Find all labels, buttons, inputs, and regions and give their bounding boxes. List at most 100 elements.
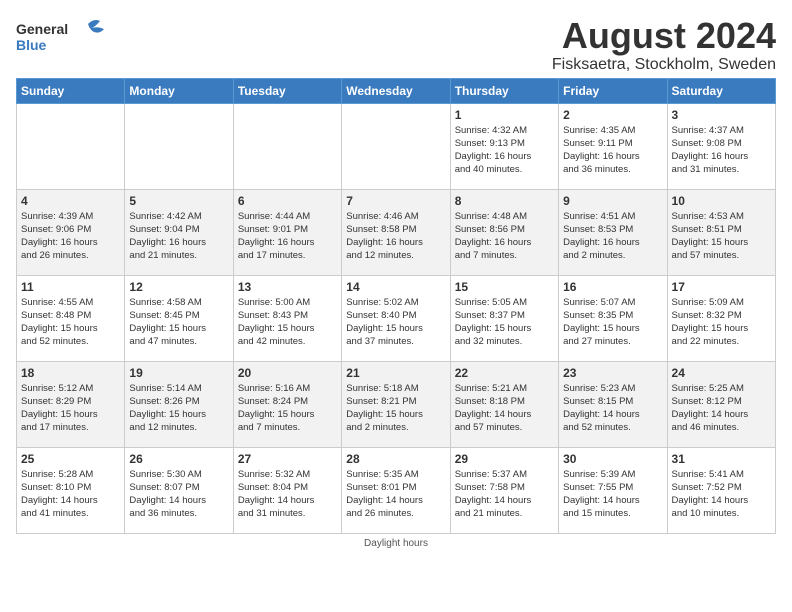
calendar-cell <box>233 103 341 189</box>
day-info: Sunrise: 5:41 AM Sunset: 7:52 PM Dayligh… <box>672 468 771 521</box>
weekday-header-row: SundayMondayTuesdayWednesdayThursdayFrid… <box>17 78 776 103</box>
calendar-cell: 20 Sunrise: 5:16 AM Sunset: 8:24 PM Dayli… <box>233 361 341 447</box>
day-info: Sunrise: 4:32 AM Sunset: 9:13 PM Dayligh… <box>455 124 554 177</box>
calendar-cell: 19Sunrise: 5:14 AM Sunset: 8:26 PM Dayli… <box>125 361 233 447</box>
day-info: Sunrise: 5:37 AM Sunset: 7:58 PM Dayligh… <box>455 468 554 521</box>
day-info: Sunrise: 5:18 AM Sunset: 8:21 PM Dayligh… <box>346 382 445 435</box>
calendar-cell: 13Sunrise: 5:00 AM Sunset: 8:43 PM Dayli… <box>233 275 341 361</box>
calendar-cell: 10 Sunrise: 4:53 AM Sunset: 8:51 PM Dayli… <box>667 189 775 275</box>
day-number: 15 <box>455 280 554 294</box>
day-number: 5 <box>129 194 228 208</box>
calendar-cell: 9 Sunrise: 4:51 AM Sunset: 8:53 PM Daylig… <box>559 189 667 275</box>
calendar-cell: 8 Sunrise: 4:48 AM Sunset: 8:56 PM Daylig… <box>450 189 558 275</box>
day-info: Sunrise: 4:37 AM Sunset: 9:08 PM Dayligh… <box>672 124 771 177</box>
calendar-week-row: 11 Sunrise: 4:55 AM Sunset: 8:48 PM Dayli… <box>17 275 776 361</box>
calendar-cell: 23 Sunrise: 5:23 AM Sunset: 8:15 PM Dayli… <box>559 361 667 447</box>
calendar-cell: 1 Sunrise: 4:32 AM Sunset: 9:13 PM Daylig… <box>450 103 558 189</box>
day-info: Sunrise: 5:16 AM Sunset: 8:24 PM Dayligh… <box>238 382 337 435</box>
calendar-week-row: 4 Sunrise: 4:39 AM Sunset: 9:06 PM Daylig… <box>17 189 776 275</box>
logo: General Blue <box>16 16 106 63</box>
weekday-header: Saturday <box>667 78 775 103</box>
day-info: Sunrise: 5:14 AM Sunset: 8:26 PM Dayligh… <box>129 382 228 435</box>
day-number: 8 <box>455 194 554 208</box>
day-number: 1 <box>455 108 554 122</box>
calendar-cell <box>125 103 233 189</box>
day-info: Sunrise: 4:42 AM Sunset: 9:04 PM Dayligh… <box>129 210 228 263</box>
calendar-cell: 27 Sunrise: 5:32 AM Sunset: 8:04 PM Dayli… <box>233 447 341 533</box>
day-number: 17 <box>672 280 771 294</box>
calendar-cell: 4 Sunrise: 4:39 AM Sunset: 9:06 PM Daylig… <box>17 189 125 275</box>
day-number: 3 <box>672 108 771 122</box>
svg-text:Blue: Blue <box>16 37 47 53</box>
day-number: 30 <box>563 452 662 466</box>
calendar-cell: 2 Sunrise: 4:35 AM Sunset: 9:11 PM Daylig… <box>559 103 667 189</box>
month-title: August 2024 <box>552 16 776 56</box>
calendar-cell: 22 Sunrise: 5:21 AM Sunset: 8:18 PM Dayli… <box>450 361 558 447</box>
day-number: 26 <box>129 452 228 466</box>
day-number: 11 <box>21 280 120 294</box>
day-info: Sunrise: 5:07 AM Sunset: 8:35 PM Dayligh… <box>563 296 662 349</box>
day-info: Sunrise: 4:46 AM Sunset: 8:58 PM Dayligh… <box>346 210 445 263</box>
calendar-cell: 14 Sunrise: 5:02 AM Sunset: 8:40 PM Dayli… <box>342 275 450 361</box>
day-info: Sunrise: 4:55 AM Sunset: 8:48 PM Dayligh… <box>21 296 120 349</box>
calendar-cell: 16 Sunrise: 5:07 AM Sunset: 8:35 PM Dayli… <box>559 275 667 361</box>
day-info: Sunrise: 5:28 AM Sunset: 8:10 PM Dayligh… <box>21 468 120 521</box>
day-info: Sunrise: 4:39 AM Sunset: 9:06 PM Dayligh… <box>21 210 120 263</box>
day-number: 13 <box>238 280 337 294</box>
day-number: 24 <box>672 366 771 380</box>
calendar-cell: 18Sunrise: 5:12 AM Sunset: 8:29 PM Dayli… <box>17 361 125 447</box>
day-info: Sunrise: 5:21 AM Sunset: 8:18 PM Dayligh… <box>455 382 554 435</box>
calendar-week-row: 25Sunrise: 5:28 AM Sunset: 8:10 PM Dayli… <box>17 447 776 533</box>
day-number: 14 <box>346 280 445 294</box>
page: General Blue August 2024 Fisksaetra, Sto… <box>0 0 792 557</box>
day-number: 31 <box>672 452 771 466</box>
calendar-table: SundayMondayTuesdayWednesdayThursdayFrid… <box>16 78 776 534</box>
day-info: Sunrise: 5:02 AM Sunset: 8:40 PM Dayligh… <box>346 296 445 349</box>
calendar-cell: 3 Sunrise: 4:37 AM Sunset: 9:08 PM Daylig… <box>667 103 775 189</box>
calendar-week-row: 1 Sunrise: 4:32 AM Sunset: 9:13 PM Daylig… <box>17 103 776 189</box>
day-info: Sunrise: 5:05 AM Sunset: 8:37 PM Dayligh… <box>455 296 554 349</box>
day-info: Sunrise: 4:51 AM Sunset: 8:53 PM Dayligh… <box>563 210 662 263</box>
weekday-header: Tuesday <box>233 78 341 103</box>
day-number: 23 <box>563 366 662 380</box>
calendar-cell: 5 Sunrise: 4:42 AM Sunset: 9:04 PM Daylig… <box>125 189 233 275</box>
day-info: Sunrise: 5:23 AM Sunset: 8:15 PM Dayligh… <box>563 382 662 435</box>
day-info: Sunrise: 4:44 AM Sunset: 9:01 PM Dayligh… <box>238 210 337 263</box>
calendar-cell: 15 Sunrise: 5:05 AM Sunset: 8:37 PM Dayli… <box>450 275 558 361</box>
calendar-cell: 29 Sunrise: 5:37 AM Sunset: 7:58 PM Dayli… <box>450 447 558 533</box>
logo-text: General Blue <box>16 16 106 63</box>
day-number: 6 <box>238 194 337 208</box>
footer-note: Daylight hours <box>16 538 776 549</box>
day-number: 7 <box>346 194 445 208</box>
svg-text:General: General <box>16 21 68 37</box>
day-number: 29 <box>455 452 554 466</box>
day-number: 28 <box>346 452 445 466</box>
title-block: August 2024 Fisksaetra, Stockholm, Swede… <box>552 16 776 74</box>
calendar-cell: 24Sunrise: 5:25 AM Sunset: 8:12 PM Dayli… <box>667 361 775 447</box>
day-number: 20 <box>238 366 337 380</box>
weekday-header: Sunday <box>17 78 125 103</box>
calendar-cell: 21Sunrise: 5:18 AM Sunset: 8:21 PM Dayli… <box>342 361 450 447</box>
day-number: 2 <box>563 108 662 122</box>
calendar-cell: 26Sunrise: 5:30 AM Sunset: 8:07 PM Dayli… <box>125 447 233 533</box>
day-number: 16 <box>563 280 662 294</box>
calendar-cell <box>342 103 450 189</box>
day-number: 12 <box>129 280 228 294</box>
day-number: 9 <box>563 194 662 208</box>
day-info: Sunrise: 5:12 AM Sunset: 8:29 PM Dayligh… <box>21 382 120 435</box>
weekday-header: Monday <box>125 78 233 103</box>
day-info: Sunrise: 5:35 AM Sunset: 8:01 PM Dayligh… <box>346 468 445 521</box>
day-info: Sunrise: 4:35 AM Sunset: 9:11 PM Dayligh… <box>563 124 662 177</box>
calendar-week-row: 18Sunrise: 5:12 AM Sunset: 8:29 PM Dayli… <box>17 361 776 447</box>
day-info: Sunrise: 4:53 AM Sunset: 8:51 PM Dayligh… <box>672 210 771 263</box>
calendar-cell: 12Sunrise: 4:58 AM Sunset: 8:45 PM Dayli… <box>125 275 233 361</box>
day-number: 10 <box>672 194 771 208</box>
day-info: Sunrise: 5:32 AM Sunset: 8:04 PM Dayligh… <box>238 468 337 521</box>
day-number: 22 <box>455 366 554 380</box>
location: Fisksaetra, Stockholm, Sweden <box>552 56 776 74</box>
day-number: 27 <box>238 452 337 466</box>
calendar-cell: 7 Sunrise: 4:46 AM Sunset: 8:58 PM Daylig… <box>342 189 450 275</box>
calendar-cell: 25Sunrise: 5:28 AM Sunset: 8:10 PM Dayli… <box>17 447 125 533</box>
day-number: 4 <box>21 194 120 208</box>
day-info: Sunrise: 4:48 AM Sunset: 8:56 PM Dayligh… <box>455 210 554 263</box>
